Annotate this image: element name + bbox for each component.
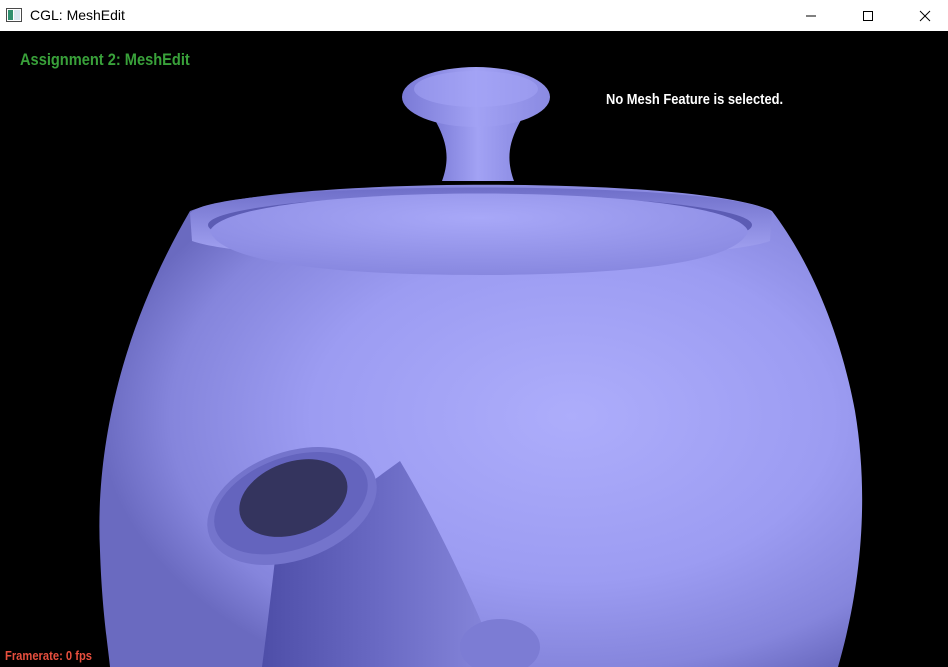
- assignment-title: Assignment 2: MeshEdit: [20, 50, 190, 69]
- close-icon: [919, 10, 931, 21]
- app-window: CGL: MeshEdit Assignment 2: MeshEdit No …: [0, 0, 948, 667]
- render-viewport[interactable]: Assignment 2: MeshEdit No Mesh Feature i…: [0, 31, 948, 667]
- teapot-lid: [210, 193, 748, 275]
- teapot-mesh[interactable]: [0, 31, 948, 667]
- window-title: CGL: MeshEdit: [30, 7, 125, 23]
- minimize-icon: [806, 15, 816, 16]
- title-bar[interactable]: CGL: MeshEdit: [0, 0, 948, 31]
- close-button[interactable]: [902, 0, 948, 31]
- minimize-button[interactable]: [788, 0, 834, 31]
- framerate-readout: Framerate: 0 fps: [5, 648, 92, 663]
- selection-status: No Mesh Feature is selected.: [606, 91, 784, 108]
- app-window-icon: [6, 8, 22, 22]
- maximize-icon: [863, 10, 873, 21]
- maximize-button[interactable]: [845, 0, 891, 31]
